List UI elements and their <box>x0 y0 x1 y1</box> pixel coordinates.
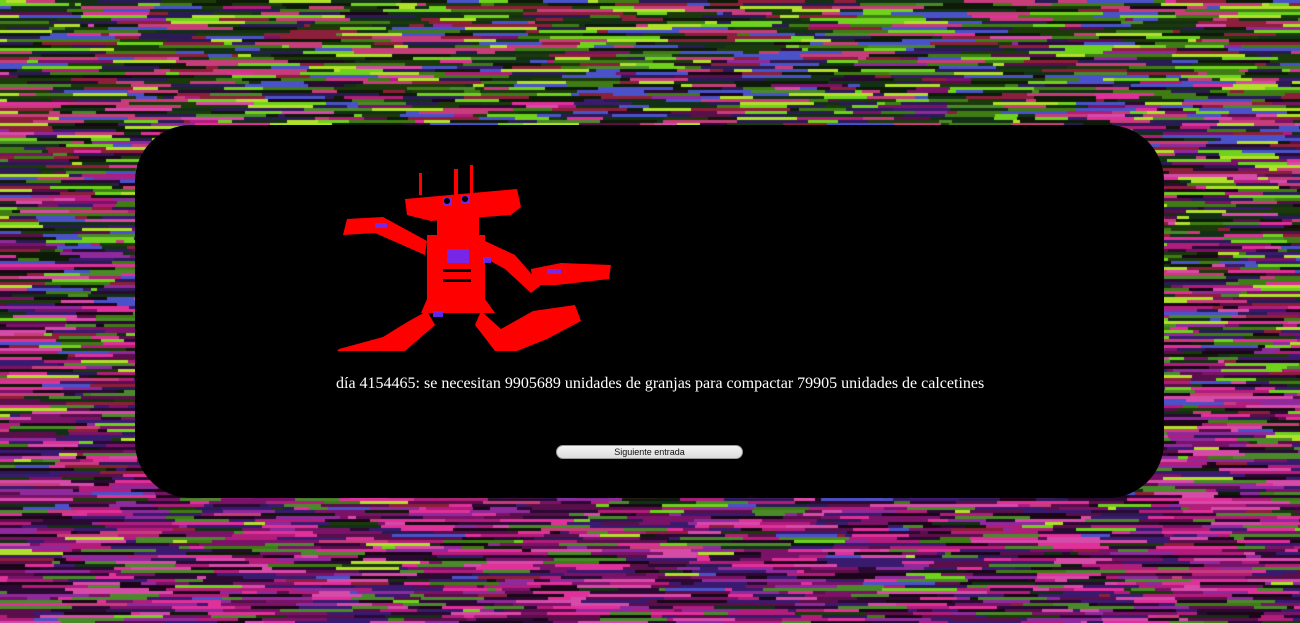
next-entry-button[interactable]: Siguiente entrada <box>556 445 743 459</box>
robot-image <box>337 165 611 351</box>
entry-panel: día 4154465: se necesitan 9905689 unidad… <box>135 125 1164 498</box>
entry-text: día 4154465: se necesitan 9905689 unidad… <box>336 375 985 392</box>
